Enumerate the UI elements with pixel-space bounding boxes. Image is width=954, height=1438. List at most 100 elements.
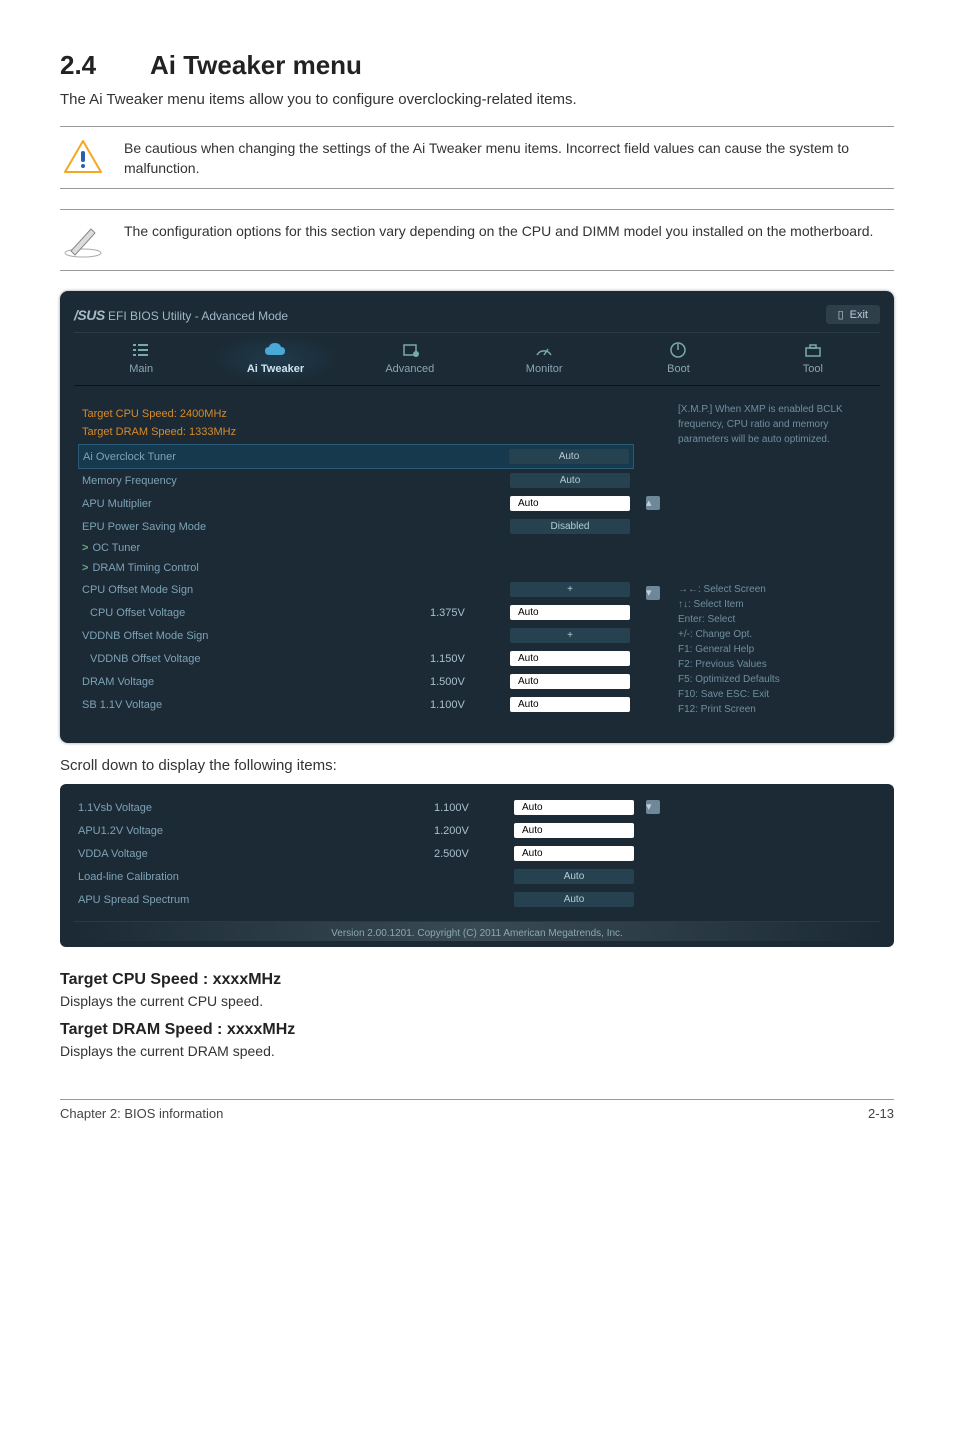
tab-ai-label: Ai Tweaker xyxy=(247,363,304,375)
intro-paragraph: The Ai Tweaker menu items allow you to c… xyxy=(60,91,894,108)
info-note: The configuration options for this secti… xyxy=(60,209,894,271)
bios-settings-panel: Target CPU Speed: 2400MHz Target DRAM Sp… xyxy=(74,396,638,723)
epu-value[interactable]: Disabled xyxy=(510,519,630,534)
row-oc-tuner[interactable]: > OC Tuner xyxy=(78,538,634,558)
power-icon xyxy=(668,341,688,359)
chevron-right-icon: > xyxy=(82,542,88,554)
dram-v-value[interactable]: Auto xyxy=(510,674,630,689)
cpu-offset-v-mid: 1.375V xyxy=(430,607,510,619)
llc-label: Load-line Calibration xyxy=(78,871,434,883)
cpu-offset-v-label: CPU Offset Voltage xyxy=(82,607,430,619)
row-vddnb-offset-sign[interactable]: VDDNB Offset Mode Sign + xyxy=(78,624,634,647)
vdda-value[interactable]: Auto xyxy=(514,846,634,861)
help-panel-empty xyxy=(670,796,880,911)
cpu-offset-sign-label: CPU Offset Mode Sign xyxy=(82,584,430,596)
vddnb-sign-label: VDDNB Offset Mode Sign xyxy=(82,630,430,642)
tab-tool-label: Tool xyxy=(803,363,823,375)
asus-logo-text: /SUS xyxy=(74,307,105,323)
tab-monitor[interactable]: Monitor xyxy=(477,333,611,385)
row-apu-multiplier[interactable]: APU Multiplier Auto xyxy=(78,492,634,515)
sb-v-mid: 1.100V xyxy=(430,699,510,711)
row-cpu-offset-sign[interactable]: CPU Offset Mode Sign + xyxy=(78,578,634,601)
vddnb-sign-value[interactable]: + xyxy=(510,628,630,643)
info-text: The configuration options for this secti… xyxy=(124,220,873,242)
bios-header: /SUS EFI BIOS Utility - Advanced Mode ▯ … xyxy=(74,301,880,332)
scroll-down-handle[interactable]: ▾ xyxy=(646,586,660,600)
tab-boot-label: Boot xyxy=(667,363,690,375)
help-key-f1: F1: General Help xyxy=(678,642,872,657)
tab-monitor-label: Monitor xyxy=(526,363,563,375)
memory-frequency-value[interactable]: Auto xyxy=(510,473,630,488)
row-ai-overclock-tuner[interactable]: Ai Overclock Tuner Auto xyxy=(78,444,634,469)
help-key-select-screen: →←: Select Screen xyxy=(678,582,872,597)
row-cpu-offset-voltage[interactable]: CPU Offset Voltage 1.375V Auto xyxy=(78,601,634,624)
help-key-f2: F2: Previous Values xyxy=(678,657,872,672)
list-icon xyxy=(131,341,151,359)
vdda-label: VDDA Voltage xyxy=(78,848,434,860)
memory-frequency-label: Memory Frequency xyxy=(82,475,430,487)
exit-button[interactable]: ▯ Exit xyxy=(826,305,880,324)
warning-text: Be cautious when changing the settings o… xyxy=(124,137,894,178)
bios-title: /SUS EFI BIOS Utility - Advanced Mode xyxy=(74,307,288,323)
apu12v-value[interactable]: Auto xyxy=(514,823,634,838)
apu12v-mid: 1.200V xyxy=(434,825,514,837)
sb-v-value[interactable]: Auto xyxy=(510,697,630,712)
bios-help-panel: [X.M.P.] When XMP is enabled BCLK freque… xyxy=(670,396,880,723)
exit-icon: ▯ xyxy=(838,308,844,321)
desc-target-dram-speed: Displays the current DRAM speed. xyxy=(60,1043,894,1059)
help-key-enter: Enter: Select xyxy=(678,612,872,627)
row-sb-voltage[interactable]: SB 1.1V Voltage 1.100V Auto xyxy=(78,693,634,716)
help-key-f10: F10: Save ESC: Exit xyxy=(678,687,872,702)
apu12v-label: APU1.2V Voltage xyxy=(78,825,434,837)
row-apu1-2v-voltage[interactable]: APU1.2V Voltage 1.200V Auto xyxy=(74,819,638,842)
tab-boot[interactable]: Boot xyxy=(611,333,745,385)
help-key-select-item: ↑↓: Select Item xyxy=(678,597,872,612)
section-title-text: Ai Tweaker menu xyxy=(150,50,362,80)
cpu-offset-v-value[interactable]: Auto xyxy=(510,605,630,620)
help-key-change: +/-: Change Opt. xyxy=(678,627,872,642)
bios-screenshot-main: /SUS EFI BIOS Utility - Advanced Mode ▯ … xyxy=(60,291,894,743)
target-dram-speed: Target DRAM Speed: 1333MHz xyxy=(82,426,634,438)
scroll-down-handle-2[interactable]: ▾ xyxy=(646,800,660,814)
cpu-offset-sign-value[interactable]: + xyxy=(510,582,630,597)
tab-tool[interactable]: Tool xyxy=(746,333,880,385)
bios-screenshot-scrolled: 1.1Vsb Voltage 1.100V Auto APU1.2V Volta… xyxy=(60,784,894,947)
row-apu-spread-spectrum[interactable]: APU Spread Spectrum Auto xyxy=(74,888,638,911)
heading-target-dram-speed: Target DRAM Speed : xxxxMHz xyxy=(60,1021,894,1039)
row-dram-voltage[interactable]: DRAM Voltage 1.500V Auto xyxy=(78,670,634,693)
row-vddnb-offset-voltage[interactable]: VDDNB Offset Voltage 1.150V Auto xyxy=(78,647,634,670)
scrollbar[interactable]: ▴ ▾ xyxy=(646,396,662,723)
row-dram-timing-control[interactable]: > DRAM Timing Control xyxy=(78,558,634,578)
row-1-1vsb-voltage[interactable]: 1.1Vsb Voltage 1.100V Auto xyxy=(74,796,638,819)
pen-icon xyxy=(60,220,106,260)
exit-label: Exit xyxy=(850,309,868,321)
gauge-icon xyxy=(534,341,554,359)
row-epu-power-saving[interactable]: EPU Power Saving Mode Disabled xyxy=(78,515,634,538)
help-description: [X.M.P.] When XMP is enabled BCLK freque… xyxy=(678,402,872,542)
vsb-v-value[interactable]: Auto xyxy=(514,800,634,815)
section-number: 2.4 xyxy=(60,50,150,81)
tab-ai-tweaker[interactable]: Ai Tweaker xyxy=(208,333,342,385)
footer-page-number: 2-13 xyxy=(868,1106,894,1121)
bios-utility-title: EFI BIOS Utility - Advanced Mode xyxy=(108,309,288,323)
tab-main-label: Main xyxy=(129,363,153,375)
scrollbar-2[interactable]: ▾ xyxy=(646,796,662,911)
row-load-line-calibration[interactable]: Load-line Calibration Auto xyxy=(74,865,638,888)
apu-multiplier-value[interactable]: Auto xyxy=(510,496,630,511)
dram-v-label: DRAM Voltage xyxy=(82,676,430,688)
warning-note: Be cautious when changing the settings o… xyxy=(60,126,894,189)
row-vdda-voltage[interactable]: VDDA Voltage 2.500V Auto xyxy=(74,842,638,865)
chevron-right-icon: > xyxy=(82,562,88,574)
desc-target-cpu-speed: Displays the current CPU speed. xyxy=(60,993,894,1009)
scroll-up-handle[interactable]: ▴ xyxy=(646,496,660,510)
vddnb-v-value[interactable]: Auto xyxy=(510,651,630,666)
llc-value[interactable]: Auto xyxy=(514,869,634,884)
bios-tabs: Main Ai Tweaker Advanced Monitor Boot To… xyxy=(74,332,880,386)
row-memory-frequency[interactable]: Memory Frequency Auto xyxy=(78,469,634,492)
ai-overclock-value[interactable]: Auto xyxy=(509,449,629,464)
spread-value[interactable]: Auto xyxy=(514,892,634,907)
footer-chapter: Chapter 2: BIOS information xyxy=(60,1106,223,1121)
toolbox-icon xyxy=(803,341,823,359)
tab-main[interactable]: Main xyxy=(74,333,208,385)
tab-advanced[interactable]: Advanced xyxy=(343,333,477,385)
